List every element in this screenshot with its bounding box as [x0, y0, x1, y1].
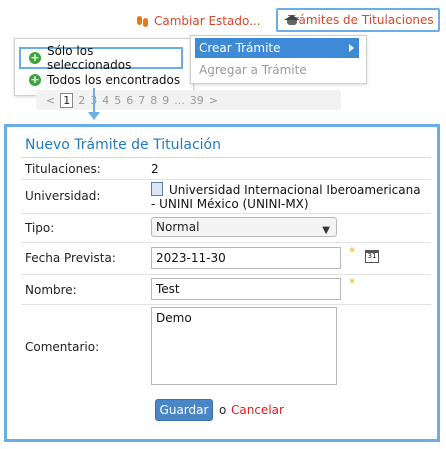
tipo-selected-value: Normal [156, 220, 200, 234]
universidad-line1: Universidad Internacional Iberoamericana [151, 182, 421, 197]
universidad-line2: - UNINI México (UNINI-MX) [151, 197, 309, 211]
change-status-label: Cambiar Estado... [154, 14, 261, 28]
menu-item-selected-only[interactable]: + Sólo los seleccionados [19, 44, 183, 72]
footsteps-icon [136, 14, 150, 28]
comentario-textarea[interactable]: Demo [151, 307, 337, 385]
cancel-link[interactable]: Cancelar [231, 403, 284, 417]
row-universidad: Universidad: Universidad Internacional I… [21, 179, 431, 214]
new-procedure-form: Nuevo Trámite de Titulación Titulaciones… [4, 124, 440, 442]
chevron-down-icon: ▼ [322, 225, 330, 236]
row-fecha: Fecha Prevista: 2023-11-30 * 31 [21, 242, 431, 275]
row-titulaciones: Titulaciones: 2 [21, 159, 431, 180]
row-comentario: Comentario: Demo [21, 304, 431, 389]
pager-page[interactable]: 8 [150, 94, 157, 107]
required-star-icon: * [349, 276, 355, 290]
required-star-icon: * [349, 245, 355, 259]
row-tipo: Tipo: Normal ▼ [21, 213, 431, 243]
pager-page[interactable]: 7 [138, 94, 145, 107]
degree-procedures-label: Trámites de Titulaciones [288, 13, 434, 27]
or-text: o [219, 403, 227, 417]
pager-next[interactable]: > [209, 94, 218, 107]
menu-item-all-found[interactable]: + Todos los encontrados [19, 69, 180, 91]
pager-page[interactable]: 39 [190, 94, 204, 107]
universidad-name: Universidad Internacional Iberoamericana [169, 183, 421, 197]
tipo-label: Tipo: [25, 221, 55, 235]
fecha-label: Fecha Prevista: [25, 251, 116, 265]
menu-item-add-to-procedure: Agregar a Trámite [195, 60, 359, 80]
tipo-select[interactable]: Normal ▼ [151, 217, 337, 237]
callout-arrow-icon [88, 112, 100, 120]
row-nombre: Nombre: Test * [21, 274, 431, 305]
degree-procedures-link[interactable]: Trámites de Titulaciones [276, 8, 440, 32]
pager-page[interactable]: 5 [114, 94, 121, 107]
menu-item-add-label: Agregar a Trámite [199, 63, 307, 77]
menu-item-create-procedure[interactable]: Crear Trámite [195, 38, 359, 58]
nombre-input[interactable]: Test [151, 278, 341, 300]
pagination: < 1 2 3 4 5 6 7 8 9 ... 39 > [36, 90, 341, 110]
change-status-link[interactable]: Cambiar Estado... [136, 14, 261, 28]
universidad-label: Universidad: [25, 189, 101, 203]
plus-icon: + [29, 51, 41, 64]
action-submenu: Crear Trámite Agregar a Trámite [190, 35, 367, 84]
pager-prev[interactable]: < [46, 94, 55, 107]
calendar-icon[interactable]: 31 [365, 250, 379, 263]
titulaciones-value: 2 [151, 162, 159, 176]
pager-page-current[interactable]: 1 [60, 92, 74, 108]
plus-icon: + [29, 73, 41, 86]
pager-page[interactable]: 9 [162, 94, 169, 107]
fecha-input[interactable]: 2023-11-30 [151, 247, 341, 269]
scope-menu: + Sólo los seleccionados + Todos los enc… [14, 38, 194, 96]
menu-item-all-label: Todos los encontrados [47, 73, 181, 87]
save-button[interactable]: Guardar [155, 399, 213, 421]
pager-page[interactable]: 4 [102, 94, 109, 107]
comentario-label: Comentario: [25, 340, 100, 354]
menu-item-selected-label: Sólo los seleccionados [46, 44, 132, 72]
titulaciones-label: Titulaciones: [25, 162, 101, 176]
title-divider [21, 157, 431, 158]
toolbar: Cambiar Estado... Trámites de Titulacion… [0, 0, 446, 40]
form-title: Nuevo Trámite de Titulación [25, 137, 221, 153]
nombre-label: Nombre: [25, 283, 77, 297]
pager-page[interactable]: 6 [126, 94, 133, 107]
institution-icon [151, 182, 163, 196]
menu-item-create-label: Crear Trámite [199, 41, 281, 55]
pager-page[interactable]: 2 [78, 94, 85, 107]
pager-ellipsis: ... [174, 93, 185, 107]
submenu-arrow-icon [349, 44, 354, 52]
